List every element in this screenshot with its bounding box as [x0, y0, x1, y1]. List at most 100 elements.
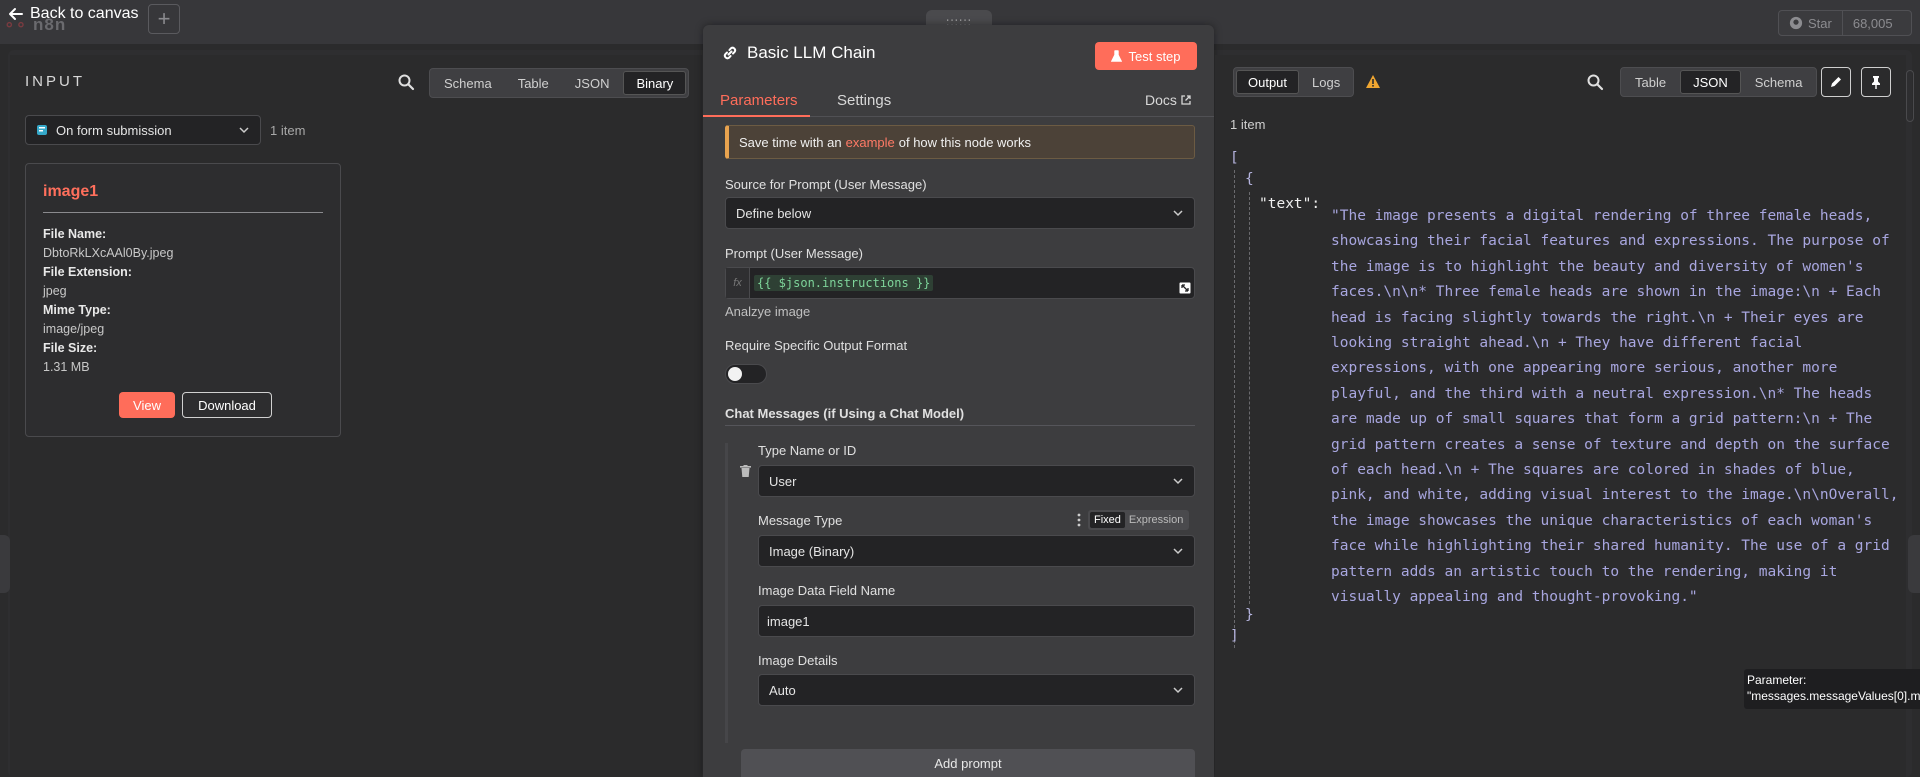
docs-link[interactable]: Docs — [1145, 92, 1191, 108]
example-notice: Save time with an example of how this no… — [725, 125, 1195, 159]
chevron-down-icon — [1173, 210, 1183, 217]
image-details-select[interactable]: Auto — [758, 674, 1195, 706]
require-format-label: Require Specific Output Format — [725, 338, 908, 353]
chevron-down-icon — [239, 127, 249, 134]
file-size-label: File Size: — [43, 341, 98, 355]
output-view-json[interactable]: JSON — [1680, 70, 1741, 94]
arrow-left-icon — [9, 8, 23, 20]
chevron-down-icon — [1173, 478, 1183, 485]
download-binary-button[interactable]: Download — [182, 392, 272, 418]
add-prompt-button[interactable]: Add prompt — [741, 749, 1195, 777]
view-binary-button[interactable]: View — [119, 392, 175, 418]
parameter-tooltip: Parameter: "messages.messageValues[0].m — [1744, 669, 1920, 709]
type-name-label: Type Name or ID — [758, 443, 857, 458]
github-star-button[interactable]: Star 68,005 — [1778, 10, 1912, 36]
file-extension-value: jpeg — [43, 284, 67, 298]
search-icon[interactable] — [397, 73, 415, 91]
type-name-select[interactable]: User — [758, 465, 1195, 497]
output-view-schema[interactable]: Schema — [1743, 70, 1815, 94]
input-item-count: 1 item — [270, 123, 306, 138]
chevron-down-icon — [1173, 548, 1183, 555]
input-panel-resize-handle[interactable] — [0, 535, 10, 593]
json-guide-inner — [1249, 192, 1250, 604]
github-icon — [1789, 16, 1803, 30]
test-step-button[interactable]: Test step — [1095, 42, 1197, 70]
input-view-table[interactable]: Table — [506, 71, 561, 95]
file-size-value: 1.31 MB — [43, 360, 90, 374]
message-type-value: Image (Binary) — [769, 543, 855, 559]
json-object-close: } — [1245, 607, 1254, 623]
output-view-switcher: Table JSON Schema — [1620, 67, 1818, 97]
input-view-binary[interactable]: Binary — [623, 71, 687, 95]
trash-icon[interactable] — [740, 465, 751, 477]
source-prompt-select[interactable]: Define below — [725, 197, 1195, 229]
json-object-open: { — [1245, 171, 1254, 187]
binary-metadata: File Name: DbtoRkLXcAAl0By.jpeg File Ext… — [43, 225, 173, 377]
options-kebab-icon[interactable] — [1077, 513, 1081, 527]
json-array-open: [ — [1230, 150, 1239, 166]
require-format-toggle[interactable] — [725, 364, 767, 384]
section-divider — [725, 425, 1195, 426]
node-title: Basic LLM Chain — [721, 43, 876, 63]
json-value-text[interactable]: "The image presents a digital rendering … — [1331, 204, 1906, 611]
input-view-json[interactable]: JSON — [563, 71, 622, 95]
active-tab-indicator — [703, 115, 810, 117]
edit-output-button[interactable] — [1821, 67, 1851, 97]
node-title-text[interactable]: Basic LLM Chain — [747, 43, 876, 63]
link-icon — [723, 46, 737, 60]
warning-icon[interactable] — [1365, 74, 1381, 89]
output-panel-resize-handle[interactable] — [1908, 535, 1920, 593]
message-type-select[interactable]: Image (Binary) — [758, 535, 1195, 567]
notice-example-link[interactable]: example — [846, 135, 895, 150]
chat-messages-label: Chat Messages (if Using a Chat Model) — [725, 406, 965, 421]
search-icon[interactable] — [1586, 73, 1604, 91]
mime-type-label: Mime Type: — [43, 303, 111, 317]
tab-parameters[interactable]: Parameters — [720, 92, 798, 109]
add-node-button[interactable]: + — [148, 4, 180, 34]
type-name-value: User — [769, 473, 797, 489]
binary-card-divider — [43, 212, 323, 213]
back-to-canvas-label: Back to canvas — [30, 5, 139, 22]
pencil-icon — [1831, 77, 1841, 87]
edge-scroll-indicator — [1906, 70, 1914, 122]
form-trigger-icon — [37, 125, 47, 135]
mode-expression[interactable]: Expression — [1125, 512, 1187, 528]
tab-output[interactable]: Output — [1236, 70, 1300, 94]
github-star-label: Star — [1808, 15, 1832, 31]
mime-type-value: image/jpeg — [43, 322, 105, 336]
file-name-value: DbtoRkLXcAAl0By.jpeg — [43, 246, 174, 260]
flask-icon — [1111, 50, 1123, 62]
image-details-label: Image Details — [758, 653, 838, 668]
prompt-hint: Analzye image — [725, 304, 811, 319]
source-prompt-value: Define below — [736, 205, 812, 221]
tab-settings[interactable]: Settings — [837, 92, 891, 109]
github-star-count: 68,005 — [1852, 15, 1893, 31]
back-to-canvas-link[interactable]: Back to canvas — [8, 3, 139, 25]
pin-data-button[interactable] — [1861, 67, 1891, 97]
input-panel: INPUT Schema Table JSON Binary On form s… — [10, 55, 702, 777]
notice-suffix: of how this node works — [898, 134, 1031, 150]
input-node-select[interactable]: On form submission — [25, 115, 261, 145]
docs-label: Docs — [1145, 92, 1177, 108]
expand-editor-icon[interactable] — [1179, 282, 1191, 294]
json-key-text[interactable]: "text": — [1259, 196, 1320, 212]
message-type-label: Message Type — [758, 513, 843, 528]
prompt-label: Prompt (User Message) — [725, 246, 863, 261]
tab-logs[interactable]: Logs — [1301, 70, 1351, 94]
prompt-expression-input[interactable]: fx {{ $json.instructions }} — [725, 267, 1195, 299]
test-step-label: Test step — [1128, 48, 1181, 64]
prompt-expression-value: {{ $json.instructions }} — [754, 275, 934, 291]
chevron-down-icon — [1173, 687, 1183, 694]
image-field-input[interactable]: image1 — [758, 605, 1195, 637]
file-name-label: File Name: — [43, 227, 107, 241]
image-details-value: Auto — [769, 682, 796, 698]
mode-fixed[interactable]: Fixed — [1090, 512, 1125, 528]
output-item-count: 1 item — [1230, 117, 1266, 132]
output-view-table[interactable]: Table — [1623, 70, 1678, 94]
binary-data-card: image1 File Name: DbtoRkLXcAAl0By.jpeg F… — [25, 163, 341, 437]
node-parameters-panel: Basic LLM Chain Test step Parameters Set… — [703, 25, 1214, 777]
input-view-schema[interactable]: Schema — [432, 71, 504, 95]
external-link-icon — [1181, 95, 1191, 105]
binary-property-name: image1 — [43, 183, 99, 200]
pin-icon — [1872, 76, 1880, 89]
